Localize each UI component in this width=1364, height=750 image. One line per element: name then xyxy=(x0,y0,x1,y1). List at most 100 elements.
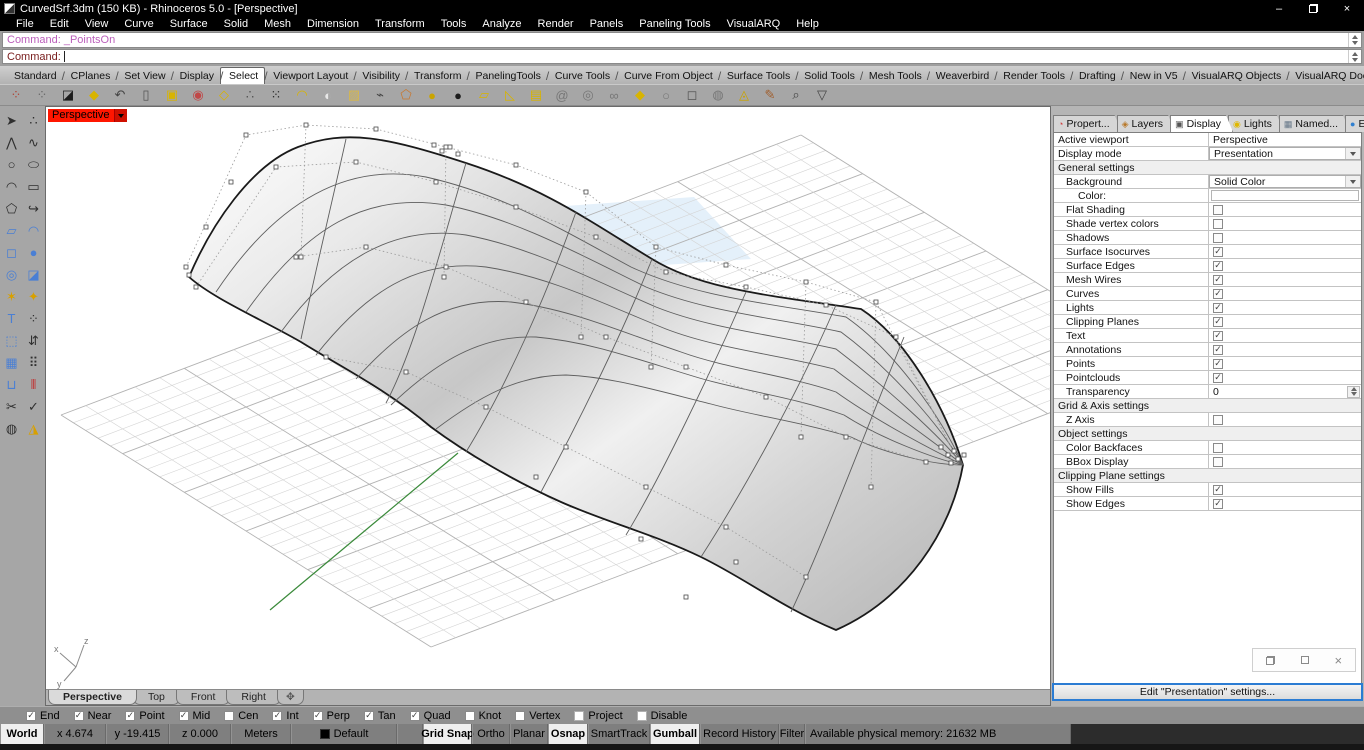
command-input[interactable]: Command: xyxy=(2,49,1362,64)
select-diamond-icon[interactable]: ◆ xyxy=(628,85,652,105)
control-point[interactable] xyxy=(184,265,188,269)
toolbar-tab-visibility[interactable]: Visibility xyxy=(354,68,406,84)
spinner-up-icon[interactable] xyxy=(1352,52,1358,56)
toolbar-tab-mesh-tools[interactable]: Mesh Tools xyxy=(861,68,928,84)
menu-transform[interactable]: Transform xyxy=(367,18,433,30)
control-point[interactable] xyxy=(804,280,808,284)
osnap-toggle[interactable]: Osnap xyxy=(548,724,588,744)
text-tool-icon[interactable]: T xyxy=(1,308,22,329)
control-point[interactable] xyxy=(744,285,748,289)
control-point[interactable] xyxy=(654,245,658,249)
control-point[interactable] xyxy=(194,285,198,289)
control-point[interactable] xyxy=(432,143,436,147)
scroll-up-icon[interactable] xyxy=(1352,35,1358,39)
select-curves-icon[interactable]: ◠ xyxy=(290,85,314,105)
select-hatches-icon[interactable]: ▨ xyxy=(342,85,366,105)
block-tool-icon[interactable]: ▦ xyxy=(1,352,22,373)
osnap-disable[interactable]: Disable xyxy=(637,710,688,722)
boolean-tool-icon[interactable]: ◍ xyxy=(1,418,22,439)
polygon-tool-icon[interactable]: ⬠ xyxy=(1,198,22,219)
toolbar-tab-visualarq-objects[interactable]: VisualARQ Objects xyxy=(1184,68,1288,84)
control-point[interactable] xyxy=(229,180,233,184)
layer-gap[interactable] xyxy=(397,724,423,744)
control-point[interactable] xyxy=(304,123,308,127)
osnap-checkbox-knot[interactable] xyxy=(465,711,475,721)
toolbar-tab-set-view[interactable]: Set View xyxy=(116,68,171,84)
select-groups-icon[interactable]: ▣ xyxy=(160,85,184,105)
freeform-curve-tool-icon[interactable]: ↪ xyxy=(23,198,44,219)
menu-dimension[interactable]: Dimension xyxy=(299,18,367,30)
osnap-checkbox-mid[interactable] xyxy=(179,711,189,721)
checkbox-text[interactable] xyxy=(1213,331,1223,341)
menu-surface[interactable]: Surface xyxy=(162,18,216,30)
osnap-checkbox-cen[interactable] xyxy=(224,711,234,721)
checkbox-show-fills[interactable] xyxy=(1213,485,1223,495)
pipe-tool-icon[interactable]: ⫴ xyxy=(23,374,44,395)
toolbar-tab-transform[interactable]: Transform xyxy=(406,68,467,84)
menu-panels[interactable]: Panels xyxy=(582,18,632,30)
panel-tab-lights[interactable]: ◉Lights xyxy=(1228,115,1284,132)
select-spirals-icon[interactable]: @ xyxy=(550,85,574,105)
viewport-tab-perspective[interactable]: Perspective xyxy=(48,690,137,705)
pyramid-tool-icon[interactable]: ◮ xyxy=(23,418,44,439)
checkbox-flat-shading[interactable] xyxy=(1213,205,1223,215)
close-button[interactable]: × xyxy=(1330,0,1364,17)
control-point[interactable] xyxy=(354,160,358,164)
select-by-name-icon[interactable]: ▯ xyxy=(134,85,158,105)
control-point[interactable] xyxy=(799,435,803,439)
osnap-quad[interactable]: Quad xyxy=(410,710,451,722)
osnap-checkbox-point[interactable] xyxy=(125,711,135,721)
select-solids-icon[interactable]: ● xyxy=(446,85,470,105)
dropdown-display-mode[interactable]: Presentation xyxy=(1209,147,1361,160)
osnap-project[interactable]: Project xyxy=(574,710,622,722)
control-point[interactable] xyxy=(952,449,956,453)
select-chains-icon[interactable]: ∞ xyxy=(602,85,626,105)
checkbox-clipping-planes[interactable] xyxy=(1213,317,1223,327)
menu-edit[interactable]: Edit xyxy=(42,18,77,30)
select-text-icon[interactable]: ▤ xyxy=(524,85,548,105)
toolbar-tab-drafting[interactable]: Drafting xyxy=(1071,68,1122,84)
select-polylines-icon[interactable]: ⌁ xyxy=(368,85,392,105)
control-point[interactable] xyxy=(448,145,452,149)
menu-render[interactable]: Render xyxy=(530,18,582,30)
control-point[interactable] xyxy=(444,265,448,269)
osnap-end[interactable]: End xyxy=(26,710,60,722)
minimize-button[interactable]: – xyxy=(1262,0,1296,17)
control-point[interactable] xyxy=(869,485,873,489)
control-point[interactable] xyxy=(604,335,608,339)
control-point[interactable] xyxy=(962,453,966,457)
osnap-checkbox-end[interactable] xyxy=(26,711,36,721)
color-swatch-field[interactable] xyxy=(1211,190,1359,201)
spinner-down-icon[interactable] xyxy=(1351,392,1357,396)
menu-view[interactable]: View xyxy=(77,18,117,30)
viewport-title-menu[interactable] xyxy=(114,109,127,122)
panel-tab-display[interactable]: ▣Display xyxy=(1170,115,1233,132)
control-point[interactable] xyxy=(440,149,444,153)
osnap-checkbox-int[interactable] xyxy=(272,711,282,721)
toolbar-tab-curve-from-object[interactable]: Curve From Object xyxy=(616,68,719,84)
toolbar-tab-select[interactable]: Select xyxy=(220,67,265,84)
surface-patch-tool-icon[interactable]: ▱ xyxy=(1,220,22,241)
record-history-toggle[interactable]: Record History xyxy=(700,724,779,744)
toolbar-tab-viewport-layout[interactable]: Viewport Layout xyxy=(265,68,354,84)
pointer-tool-icon[interactable]: ➤ xyxy=(1,110,22,131)
control-point[interactable] xyxy=(664,270,668,274)
selection-filter-icon[interactable]: ▽ xyxy=(810,85,834,105)
control-point[interactable] xyxy=(946,453,950,457)
toolbar-tab-weaverbird[interactable]: Weaverbird xyxy=(928,68,996,84)
extract-tool-icon[interactable]: ✦ xyxy=(23,286,44,307)
filter-toggle[interactable]: Filter xyxy=(779,724,805,744)
control-point[interactable] xyxy=(844,435,848,439)
control-point[interactable] xyxy=(764,395,768,399)
select-pen-icon[interactable]: ✎ xyxy=(758,85,782,105)
osnap-checkbox-perp[interactable] xyxy=(313,711,323,721)
rectangle-tool-icon[interactable]: ▭ xyxy=(23,176,44,197)
dropdown-background[interactable]: Solid Color xyxy=(1209,175,1361,188)
control-point[interactable] xyxy=(724,525,728,529)
checkbox-lights[interactable] xyxy=(1213,303,1223,313)
sweep-tool-icon[interactable]: ◠ xyxy=(23,220,44,241)
checkbox-pointclouds[interactable] xyxy=(1213,373,1223,383)
trim-tool-icon[interactable]: ✂ xyxy=(1,396,22,417)
toolbar-tab-panelingtools[interactable]: PanelingTools xyxy=(468,68,547,84)
control-point[interactable] xyxy=(294,255,298,259)
